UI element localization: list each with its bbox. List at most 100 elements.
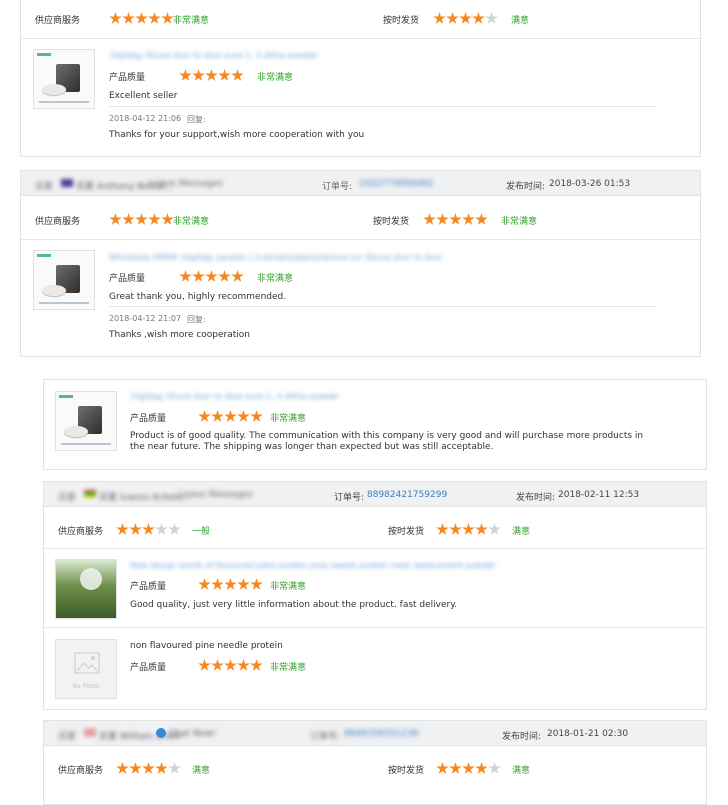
product-thumbnail[interactable] [55, 559, 117, 619]
divider [44, 627, 706, 628]
order-no-link[interactable]: 8849356551236 [344, 729, 418, 739]
reply-date: 2018-04-12 21:06 [109, 114, 182, 123]
reviewer-label: 买家 [35, 182, 54, 192]
star-filled-icon [211, 410, 224, 422]
supplier-service-rating: 非常满意 [173, 16, 210, 26]
supplier-service-rating: 满意 [192, 766, 211, 776]
on-time-delivery-stars [436, 762, 501, 775]
product-thumbnail[interactable] [33, 250, 95, 310]
leave-messages-link[interactable]: Leave Messages [179, 490, 253, 500]
product-title-link[interactable]: Wholesale DMHA 10g/bag sample 1,3-dimeth… [109, 253, 442, 262]
review-header-4: 买家 买家 Ivanov Kritelo... Leave Messages 订… [43, 481, 707, 507]
product-quality-rating: 非常满意 [270, 582, 307, 592]
star-filled-icon [129, 762, 142, 774]
star-filled-icon [475, 213, 488, 225]
product-quality-stars [179, 270, 244, 283]
product-title-link[interactable]: 10g/bag 3Gusd door to door pure 1, 3 dit… [109, 51, 318, 60]
review-comment: Product is of good quality. The communic… [130, 431, 644, 452]
star-filled-icon [436, 523, 449, 535]
star-filled-icon [155, 762, 168, 774]
star-empty-icon [488, 762, 501, 774]
star-filled-icon [205, 270, 218, 282]
star-filled-icon [462, 523, 475, 535]
reviewer-label: 买家 [58, 493, 77, 503]
country-flag-icon [84, 490, 96, 498]
image-placeholder-icon [74, 652, 100, 674]
star-filled-icon [116, 762, 129, 774]
chat-icon[interactable] [156, 728, 166, 738]
star-filled-icon [237, 410, 250, 422]
order-no-link[interactable]: 88982421759299 [367, 490, 447, 500]
star-filled-icon [109, 213, 122, 225]
star-filled-icon [211, 659, 224, 671]
star-filled-icon [446, 12, 459, 24]
star-filled-icon [475, 523, 488, 535]
star-filled-icon [116, 523, 129, 535]
reply-date: 2018-04-12 21:07 [109, 314, 182, 323]
supplier-reply: Thanks ,wish more cooperation [109, 330, 250, 340]
product-title-link[interactable]: 10g/bag 3Gusd door to door pure 1, 3 dit… [130, 392, 339, 401]
star-filled-icon [231, 270, 244, 282]
star-filled-icon [135, 12, 148, 24]
divider [44, 548, 706, 549]
order-no-label: 订单号: [322, 182, 353, 192]
star-filled-icon [231, 69, 244, 81]
order-no-label: 订单号: [334, 493, 365, 503]
no-photo-thumbnail: No Photo [55, 639, 117, 699]
star-filled-icon [109, 12, 122, 24]
star-filled-icon [250, 410, 263, 422]
supplier-service-label: 供应商服务 [35, 217, 81, 227]
publish-time: 2018-01-21 02:30 [547, 729, 629, 739]
divider [21, 38, 700, 39]
supplier-service-stars [109, 12, 174, 25]
star-filled-icon [237, 659, 250, 671]
review-header-5: 买家 买家 William smith Chat Now! 订单号: 88493… [43, 720, 707, 746]
chat-now-link[interactable]: Chat Now! [169, 729, 216, 739]
star-filled-icon [433, 12, 446, 24]
review-card-2: 供应商服务 非常满意 按时发货 非常满意 Wholesale DMHA 10g/… [20, 195, 701, 357]
star-filled-icon [142, 523, 155, 535]
order-no-link[interactable]: 1022774956462 [359, 179, 433, 189]
star-filled-icon [122, 213, 135, 225]
supplier-service-label: 供应商服务 [35, 16, 81, 26]
product-quality-label: 产品质量 [130, 663, 167, 673]
star-filled-icon [148, 12, 161, 24]
review-card-1: 供应商服务 非常满意 按时发货 满意 10g/bag 3Gusd door to… [20, 0, 701, 157]
star-filled-icon [135, 213, 148, 225]
star-filled-icon [224, 578, 237, 590]
star-filled-icon [148, 213, 161, 225]
supplier-service-rating: 非常满意 [173, 217, 210, 227]
star-filled-icon [449, 523, 462, 535]
supplier-service-stars [116, 523, 181, 536]
divider [109, 106, 657, 107]
review-comment: Good quality, just very little informati… [130, 600, 458, 610]
review-comment: Great thank you, highly recommended. [109, 292, 287, 302]
product-quality-label: 产品质量 [109, 73, 146, 83]
star-filled-icon [142, 762, 155, 774]
star-filled-icon [198, 659, 211, 671]
product-quality-stars [198, 578, 263, 591]
star-empty-icon [488, 523, 501, 535]
star-filled-icon [179, 270, 192, 282]
supplier-service-stars [116, 762, 181, 775]
on-time-delivery-label: 按时发货 [373, 217, 410, 227]
on-time-delivery-stars [423, 213, 488, 226]
divider [21, 239, 700, 240]
publish-time: 2018-02-11 12:53 [558, 490, 640, 500]
star-filled-icon [211, 578, 224, 590]
star-empty-icon [155, 523, 168, 535]
product-thumbnail[interactable] [33, 49, 95, 109]
supplier-service-stars [109, 213, 174, 226]
on-time-delivery-rating: 非常满意 [501, 217, 538, 227]
supplier-service-label: 供应商服务 [58, 527, 104, 537]
star-filled-icon [192, 69, 205, 81]
order-no-label: 订单号: [310, 732, 341, 742]
product-quality-rating: 非常满意 [270, 414, 307, 424]
review-card-4: 供应商服务 一般 按时发货 满意 New design words of fla… [43, 506, 707, 710]
star-filled-icon [459, 12, 472, 24]
product-title-link[interactable]: New design words of flavoured plant prot… [130, 561, 496, 570]
leave-messages-link[interactable]: Leave Messages [149, 179, 223, 189]
product-thumbnail[interactable] [55, 391, 117, 451]
on-time-delivery-rating: 满意 [512, 766, 531, 776]
country-flag-icon [84, 729, 96, 737]
